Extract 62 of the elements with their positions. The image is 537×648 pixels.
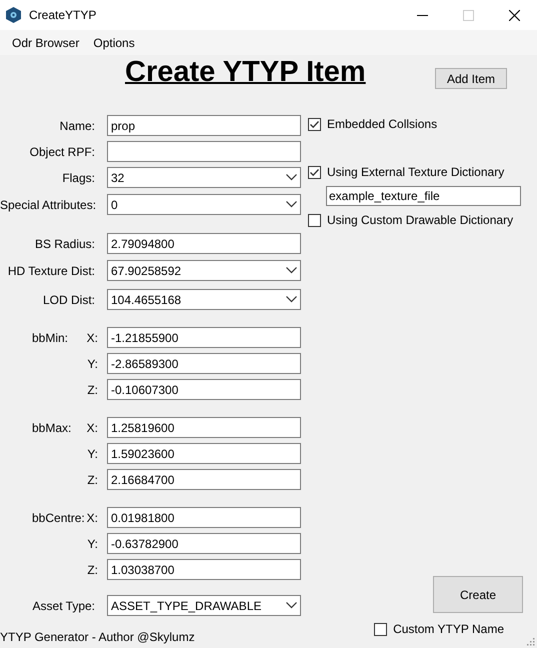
field-label: Flags: <box>62 170 96 184</box>
axis-label: Y: <box>87 536 99 550</box>
window-title: CreateYTYP <box>29 8 98 22</box>
chevron-down-icon[interactable] <box>286 267 297 274</box>
axis-label: X: <box>86 510 99 524</box>
axis-label: Z: <box>87 382 99 396</box>
axis-label: X: <box>86 330 99 344</box>
input-field[interactable]: 1.25819600 <box>107 417 301 438</box>
group-label: bbMin: <box>32 330 68 344</box>
input-field[interactable]: -1.21855900 <box>107 327 301 348</box>
input-field[interactable]: 2.16684700 <box>107 469 301 490</box>
group-label: bbCentre: <box>32 510 85 524</box>
app-icon <box>6 7 21 23</box>
checkbox[interactable] <box>308 166 321 178</box>
group-label: bbMax: <box>32 420 72 434</box>
chevron-down-icon[interactable] <box>286 602 297 609</box>
input-field[interactable]: 1.59023600 <box>107 443 301 464</box>
checkbox-label: Using Custom Drawable Dictionary <box>327 213 514 227</box>
input-field[interactable]: -0.10607300 <box>107 379 301 400</box>
checkbox[interactable] <box>308 118 321 130</box>
field-label: Name: <box>60 118 96 132</box>
input-field[interactable]: -2.86589300 <box>107 353 301 374</box>
input-field[interactable]: 2.79094800 <box>107 233 301 254</box>
checkbox-label: Embedded Collsions <box>327 117 438 131</box>
chevron-down-icon[interactable] <box>286 174 297 181</box>
minimize-icon[interactable] <box>416 14 428 16</box>
field-label: Special Attributes: <box>0 198 98 212</box>
axis-label: Z: <box>87 562 99 576</box>
add-item-button[interactable]: Add Item <box>435 68 507 89</box>
input-field[interactable]: 1.03038700 <box>107 559 301 580</box>
checkbox-label: Using External Texture Dictionary <box>327 165 504 179</box>
axis-label: Z: <box>87 472 99 486</box>
axis-label: X: <box>86 420 99 434</box>
chevron-down-icon[interactable] <box>286 296 297 303</box>
dropdown[interactable]: 0 <box>107 194 301 215</box>
axis-label: Y: <box>87 446 99 460</box>
create-button[interactable]: Create <box>433 576 523 613</box>
field-label: Asset Type: <box>32 598 96 612</box>
checkbox[interactable] <box>308 214 321 226</box>
chevron-down-icon[interactable] <box>286 201 297 208</box>
input-field[interactable]: prop <box>107 115 301 136</box>
close-icon[interactable] <box>508 10 520 20</box>
field-label: Object RPF: <box>30 144 96 158</box>
field-label: HD Texture Dist: <box>8 264 96 278</box>
heading: Create YTYP Item <box>125 56 366 89</box>
dropdown[interactable]: 67.90258592 <box>107 260 301 281</box>
footer-text: YTYP Generator - Author @Skylumz <box>0 630 195 644</box>
input-field[interactable]: 0.01981800 <box>107 507 301 528</box>
dropdown[interactable]: ASSET_TYPE_DRAWABLE <box>107 595 301 616</box>
resize-grip-icon[interactable] <box>526 637 535 646</box>
axis-label: Y: <box>87 356 99 370</box>
input-field[interactable]: -0.63782900 <box>107 533 301 554</box>
checkbox-label: Custom YTYP Name <box>393 622 504 636</box>
dropdown[interactable]: 32 <box>107 167 301 188</box>
input-field[interactable]: example_texture_file <box>326 186 521 206</box>
field-label: LOD Dist: <box>42 292 96 306</box>
menu-item[interactable]: Options <box>86 36 142 50</box>
dropdown[interactable]: 104.4655168 <box>107 289 301 310</box>
input-field[interactable] <box>107 141 301 162</box>
menu-item[interactable]: Odr Browser <box>5 36 86 50</box>
field-label: BS Radius: <box>34 236 96 250</box>
checkbox[interactable] <box>374 622 388 636</box>
